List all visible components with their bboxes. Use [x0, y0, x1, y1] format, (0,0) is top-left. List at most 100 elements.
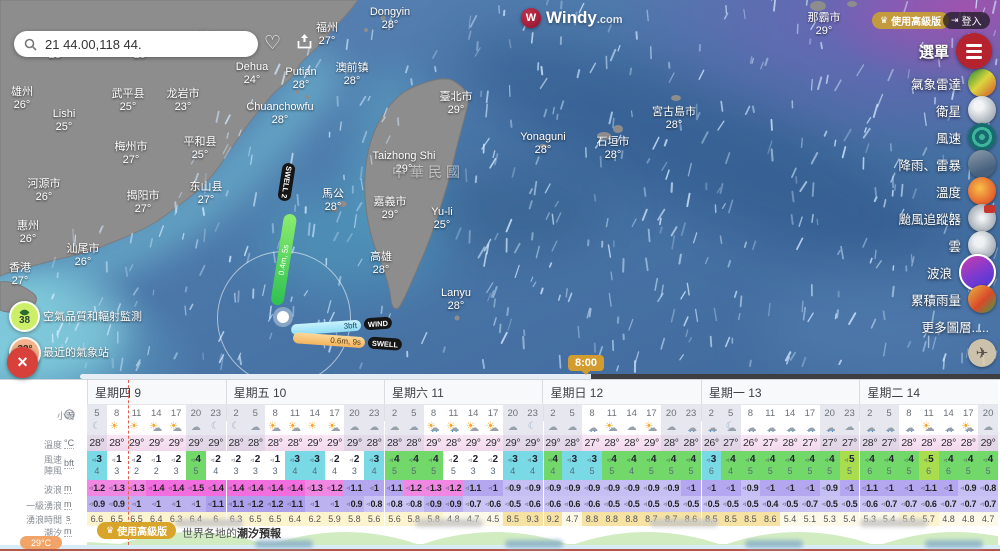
hamburger-menu-icon[interactable] — [956, 33, 992, 69]
hour-cell[interactable]: 17 — [166, 405, 186, 421]
map-city-label[interactable]: Putian28° — [285, 66, 316, 92]
map-city-label[interactable]: 武平县25° — [112, 88, 145, 114]
hour-cell[interactable]: 17 — [483, 405, 503, 421]
temp-unit-toggle[interactable]: °C — [64, 438, 74, 449]
map-city-label[interactable]: 惠州26° — [17, 220, 39, 246]
hour-cell[interactable]: 14 — [463, 405, 483, 421]
day-header[interactable]: 星期一 13 — [701, 380, 859, 404]
hour-cell[interactable]: 5 — [87, 405, 107, 421]
hour-cell[interactable]: 11 — [919, 405, 939, 421]
hour-cell[interactable]: 5 — [879, 405, 899, 421]
hour-cell[interactable]: 8 — [741, 405, 761, 421]
hour-cell[interactable]: 14 — [939, 405, 959, 421]
hour-cell[interactable]: 8 — [582, 405, 602, 421]
hour-cell[interactable]: 5 — [562, 405, 582, 421]
timeline-track-future[interactable] — [591, 374, 1000, 379]
map-city-label[interactable]: 石垣市28° — [597, 136, 630, 162]
map-city-label[interactable]: 那霸市29° — [808, 12, 841, 38]
map-city-label[interactable]: 馬公28° — [322, 188, 344, 214]
day-header[interactable]: 星期二 14 — [859, 380, 998, 404]
hour-cell[interactable]: 2 — [543, 405, 563, 421]
favorite-heart-icon[interactable]: ♡ — [264, 32, 281, 55]
hour-cell[interactable]: 23 — [364, 405, 384, 421]
map-city-label[interactable]: 香港27° — [9, 262, 31, 288]
hour-cell[interactable]: 11 — [443, 405, 463, 421]
close-panel-button[interactable]: × — [7, 347, 38, 378]
map-city-label[interactable]: 雄州26° — [11, 86, 33, 112]
map-city-label[interactable]: Lanyu28° — [441, 287, 471, 313]
hour-cell[interactable]: 2 — [701, 405, 721, 421]
waves-unit-toggle[interactable]: m — [64, 483, 72, 494]
map-city-label[interactable]: Yu-li25° — [431, 206, 452, 232]
share-upload-icon[interactable] — [296, 33, 313, 50]
map-city-label[interactable]: 龙岩市23° — [167, 88, 200, 114]
layer-menu-item-累積雨量[interactable]: 累積雨量 — [898, 288, 996, 310]
hour-cell[interactable]: 20 — [978, 405, 998, 421]
hour-cell[interactable]: 5 — [245, 405, 265, 421]
day-header[interactable]: 星期四 9 — [87, 380, 226, 404]
air-quality-chip[interactable]: 38 — [9, 301, 40, 332]
map-city-label[interactable]: 梅州市27° — [115, 141, 148, 167]
hour-cell[interactable]: 11 — [127, 405, 147, 421]
period-unit-toggle[interactable]: s — [66, 513, 71, 524]
hour-cell[interactable]: 20 — [344, 405, 364, 421]
hour-cell[interactable]: 14 — [780, 405, 800, 421]
hour-cell[interactable]: 8 — [424, 405, 444, 421]
map-city-label[interactable]: 河源市26° — [28, 178, 61, 204]
hour-cell[interactable]: 23 — [681, 405, 701, 421]
layer-menu-item-氣象雷達[interactable]: 氣象雷達 — [898, 72, 996, 94]
map-city-label[interactable]: 平和县25° — [184, 136, 217, 162]
layer-menu-item-衛星[interactable]: 衛星 — [898, 99, 996, 121]
layer-menu-item-溫度[interactable]: 溫度 — [898, 180, 996, 202]
map-city-label[interactable]: Chuanchowfu28° — [246, 101, 313, 127]
login-button[interactable]: ⇥ 登入 — [943, 12, 990, 29]
hour-cell[interactable]: 23 — [206, 405, 226, 421]
timeline-track-past[interactable] — [80, 374, 591, 379]
hour-cell[interactable]: 11 — [285, 405, 305, 421]
map-city-label[interactable]: 汕尾市26° — [67, 243, 100, 269]
layer-menu-item-雲[interactable]: 雲 — [898, 234, 996, 256]
hour-cell[interactable]: 2 — [226, 405, 246, 421]
map-city-label[interactable]: 臺北市29° — [440, 91, 473, 117]
hour-cell[interactable]: 11 — [760, 405, 780, 421]
day-header[interactable]: 星期五 10 — [226, 380, 384, 404]
search-input[interactable] — [43, 36, 248, 53]
map-city-label[interactable]: 嘉義市29° — [374, 196, 407, 222]
hour-cell[interactable]: 20 — [661, 405, 681, 421]
hour-cell[interactable]: 2 — [859, 405, 879, 421]
layer-menu-item-颱風追蹤器[interactable]: 颱風追蹤器 — [898, 207, 996, 229]
menu-toggle[interactable]: 選單 — [919, 33, 992, 69]
swell-unit-toggle[interactable]: m — [64, 499, 72, 510]
hour-cell[interactable]: 14 — [622, 405, 642, 421]
map-city-label[interactable]: 宮古島市28° — [652, 106, 696, 132]
hour-cell[interactable]: 20 — [186, 405, 206, 421]
search-bar[interactable] — [14, 31, 258, 57]
hour-cell[interactable]: 17 — [958, 405, 978, 421]
layer-menu-item-波浪[interactable]: 波浪 — [898, 261, 996, 283]
hour-cell[interactable]: 14 — [146, 405, 166, 421]
hour-cell[interactable]: 23 — [840, 405, 860, 421]
layer-menu-item-airport[interactable]: ✈ — [898, 342, 996, 364]
map-city-label[interactable]: 澳前镇28° — [336, 62, 369, 88]
map-city-label[interactable]: 东山县27° — [190, 181, 223, 207]
hour-cell[interactable]: 17 — [325, 405, 345, 421]
windy-logo[interactable]: W Windy.com — [521, 8, 623, 28]
current-time-badge[interactable]: 8:00 — [568, 355, 604, 371]
hour-cell[interactable]: 5 — [721, 405, 741, 421]
map-city-label[interactable]: 高雄28° — [370, 251, 392, 277]
hour-cell[interactable]: 2 — [384, 405, 404, 421]
tide-premium-button[interactable]: ♛ 使用高級版 — [97, 522, 176, 539]
hour-cell[interactable]: 5 — [404, 405, 424, 421]
layer-menu-item-更多圖層.....[interactable]: 更多圖層..... — [898, 315, 996, 337]
picker-dot[interactable] — [277, 311, 289, 323]
day-header[interactable]: 星期六 11 — [384, 380, 542, 404]
hour-cell[interactable]: 8 — [107, 405, 127, 421]
layer-menu-item-風速[interactable]: 風速 — [898, 126, 996, 148]
tide-unit-toggle[interactable]: m — [64, 526, 72, 537]
hour-cell[interactable]: 20 — [820, 405, 840, 421]
hour-cell[interactable]: 20 — [503, 405, 523, 421]
hour-cell[interactable]: 8 — [899, 405, 919, 421]
hour-cell[interactable]: 17 — [800, 405, 820, 421]
map-city-label[interactable]: 揭阳市27° — [127, 190, 160, 216]
map-city-label[interactable]: Yonaguni28° — [520, 131, 565, 157]
